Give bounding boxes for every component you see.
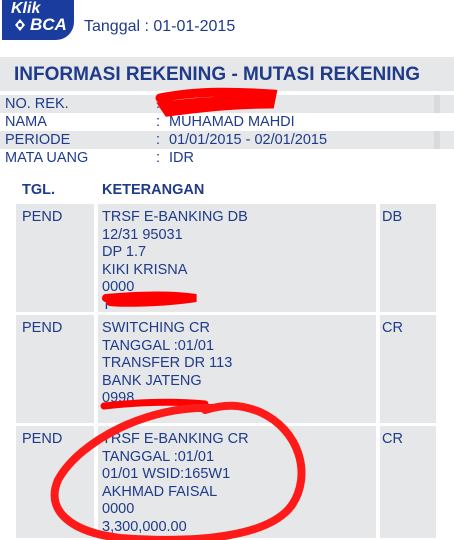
keterangan-line: 0000 — [102, 501, 135, 518]
account-row-periode: PERIODE : 01/01/2015 - 02/01/2015 — [0, 131, 454, 149]
table-header: TGL. KETERANGAN — [16, 177, 436, 201]
table-row: PEND SWITCHING CR TANGGAL :01/01 TRANSFE… — [16, 312, 436, 423]
account-label: NO. REK. — [5, 96, 69, 112]
keterangan-line: TANGGAL :01/01 — [102, 448, 215, 465]
table-row: PEND TRSF E-BANKING CR TANGGAL :01/01 01… — [16, 423, 436, 538]
row-keterangan: TRSF E-BANKING DB 12/31 95031 DP 1.7 KIK… — [102, 209, 248, 315]
keterangan-line: AKHMAD FAISAL — [102, 483, 218, 500]
date-label: Tanggal : 01-01-2015 — [84, 18, 236, 35]
row-type: CR — [382, 431, 403, 447]
keterangan-line: 3,300,000.00 — [102, 518, 187, 535]
keterangan-line: SWITCHING CR — [102, 320, 210, 336]
account-value: IDR — [169, 150, 194, 166]
account-label: PERIODE — [5, 132, 71, 148]
account-info: NO. REK. : NAMA : MUHAMAD MAHDI PERIODE … — [0, 95, 454, 167]
row-tgl: PEND — [22, 320, 63, 336]
row-keterangan: TRSF E-BANKING CR TANGGAL :01/01 01/01 W… — [102, 431, 249, 537]
mutation-table: TGL. KETERANGAN PEND TRSF E-BANKING DB 1… — [16, 177, 436, 538]
row-type: DB — [382, 209, 403, 225]
row-type: CR — [382, 320, 403, 336]
account-value: MUHAMAD MAHDI — [169, 114, 295, 130]
keterangan-line: TRANSFER DR 113 — [102, 355, 233, 372]
account-colon: : — [156, 114, 161, 130]
account-colon: : — [156, 132, 161, 148]
top-bar: Klik BCA Tanggal : 01-01-2015 — [0, 0, 454, 54]
keterangan-line: 01/01 WSID:165W1 — [102, 466, 231, 483]
column-header-keterangan: KETERANGAN — [102, 182, 205, 198]
account-colon: : — [156, 96, 161, 112]
account-colon: : — [156, 150, 161, 166]
row-edge — [434, 95, 440, 113]
row-edge — [434, 131, 440, 149]
keterangan-line: KIKI KRISNA — [102, 261, 188, 278]
klikbca-logo[interactable]: Klik BCA — [2, 0, 74, 40]
keterangan-line: TANGGAL :01/01 — [102, 337, 215, 354]
table-row: PEND TRSF E-BANKING DB 12/31 95031 DP 1.… — [16, 201, 436, 315]
keterangan-line: DP 1.7 — [102, 244, 147, 261]
row-keterangan: SWITCHING CR TANGGAL :01/01 TRANSFER DR … — [102, 320, 232, 408]
account-row-mata-uang: MATA UANG : IDR — [0, 149, 454, 167]
row-tgl: PEND — [22, 209, 63, 225]
account-row-nama: NAMA : MUHAMAD MAHDI — [0, 113, 454, 131]
logo-bca-text: BCA — [30, 15, 67, 34]
keterangan-line: 0998 — [102, 390, 135, 407]
account-row-no-rek: NO. REK. : — [0, 95, 454, 113]
column-header-tgl: TGL. — [22, 182, 56, 198]
keterangan-line: 0000 — [102, 279, 135, 296]
keterangan-line: BANK JATENG — [102, 372, 202, 389]
account-label: MATA UANG — [5, 150, 89, 166]
page-title: INFORMASI REKENING - MUTASI REKENING — [14, 64, 421, 85]
keterangan-line: TRSF E-BANKING DB — [102, 209, 248, 225]
account-value: 01/01/2015 - 02/01/2015 — [169, 132, 328, 148]
row-tgl: PEND — [22, 431, 63, 447]
keterangan-line: TRSF E-BANKING CR — [102, 431, 249, 447]
keterangan-line: 12/31 95031 — [102, 226, 183, 243]
account-label: NAMA — [5, 114, 47, 130]
bca-emblem-icon — [15, 19, 25, 31]
